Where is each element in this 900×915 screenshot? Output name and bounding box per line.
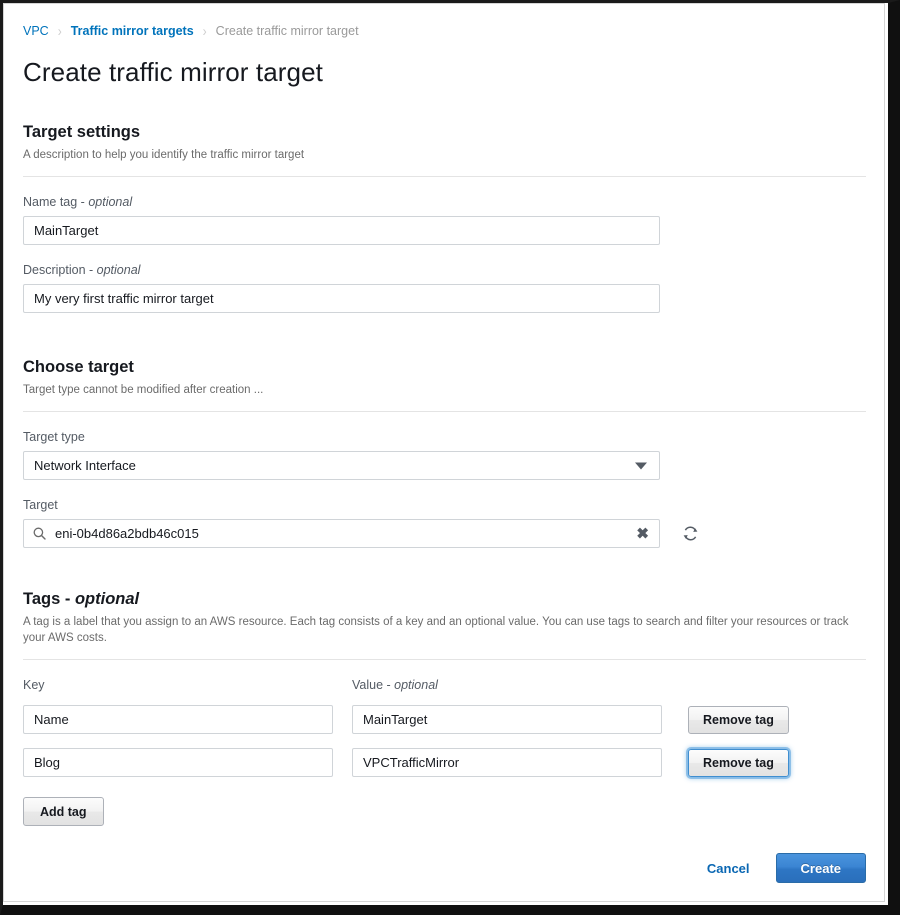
target-type-select[interactable]: Network Interface [23,451,660,480]
tags-description: A tag is a label that you assign to an A… [23,616,849,644]
breadcrumb: VPC › Traffic mirror targets › Create tr… [23,4,866,40]
content-panel: VPC › Traffic mirror targets › Create tr… [3,3,885,902]
search-icon [33,527,46,540]
section-divider [23,411,866,412]
description-label-text: Description - [23,263,97,277]
target-settings-heading: Target settings [23,123,141,141]
description-input[interactable] [23,284,660,313]
section-tags: Tags - optional A tag is a label that yo… [23,589,866,826]
tags-heading-optional: optional [74,590,140,608]
breadcrumb-item-vpc[interactable]: VPC [23,23,49,39]
target-type-selected-value: Network Interface [34,458,136,473]
section-choose-target: Choose target Target type cannot be modi… [23,357,866,548]
name-tag-label-text: Name tag - [23,195,89,209]
tags-heading: Tags - optional [23,589,866,610]
tags-header: Tags - optional A tag is a label that yo… [23,589,866,646]
breadcrumb-current: Create traffic mirror target [215,24,359,38]
section-divider [23,659,866,660]
target-type-select-wrap: Network Interface [23,451,660,480]
target-search-value: eni-0b4d86a2bdb46c015 [55,526,199,541]
create-traffic-mirror-target-page: VPC › Traffic mirror targets › Create tr… [0,0,900,915]
table-row: Remove tag [23,748,866,777]
description-optional-text: optional [96,263,141,277]
table-row: Remove tag [23,705,866,734]
tag-value-input[interactable] [352,748,662,777]
description-label: Description - optional [23,262,866,278]
tags-column-value-text: Value - [352,678,395,692]
tags-column-value-label: Value - optional [352,677,438,693]
breadcrumb-separator-icon: › [202,22,207,40]
name-tag-optional-text: optional [88,195,133,209]
tags-column-key-label: Key [23,678,45,692]
tag-value-input[interactable] [352,705,662,734]
tags-column-value-optional: optional [394,678,438,692]
add-tag-wrap: Add tag [23,797,866,826]
close-icon[interactable]: ✖ [636,526,649,541]
page-title: Create traffic mirror target [23,57,323,87]
tags-heading-text: Tags - [23,590,75,608]
choose-target-header: Choose target Target type cannot be modi… [23,357,866,398]
choose-target-description: Target type cannot be modified after cre… [23,384,264,396]
breadcrumb-separator-icon: › [57,22,62,40]
field-description: Description - optional [23,262,866,313]
field-target: Target eni-0b4d86a2bdb46c015 ✖ [23,497,866,548]
choose-target-heading: Choose target [23,358,134,376]
target-search-input[interactable]: eni-0b4d86a2bdb46c015 [23,519,660,548]
add-tag-button[interactable]: Add tag [23,797,104,826]
target-label: Target [23,498,58,512]
target-search-wrap: eni-0b4d86a2bdb46c015 ✖ [23,519,660,548]
create-button[interactable]: Create [775,853,866,883]
cancel-button[interactable]: Cancel [707,861,750,876]
tag-key-input[interactable] [23,748,333,777]
tag-key-input[interactable] [23,705,333,734]
form-actions: Cancel Create [707,853,866,883]
remove-tag-button[interactable]: Remove tag [688,705,789,734]
name-tag-label: Name tag - optional [23,194,866,210]
target-settings-description: A description to help you identify the t… [23,149,305,161]
remove-tag-button[interactable]: Remove tag [688,748,789,777]
name-tag-input[interactable] [23,216,660,245]
section-target-settings: Target settings A description to help yo… [23,122,866,313]
target-settings-header: Target settings A description to help yo… [23,122,866,163]
refresh-icon[interactable] [682,525,699,542]
target-input-row: eni-0b4d86a2bdb46c015 ✖ [23,519,866,548]
field-name-tag: Name tag - optional [23,194,866,245]
field-target-type: Target type Network Interface [23,429,866,480]
breadcrumb-item-traffic-mirror-targets[interactable]: Traffic mirror targets [71,23,194,39]
tags-column-headers: Key Value - optional [23,677,866,699]
target-type-label: Target type [23,430,85,444]
section-divider [23,176,866,177]
